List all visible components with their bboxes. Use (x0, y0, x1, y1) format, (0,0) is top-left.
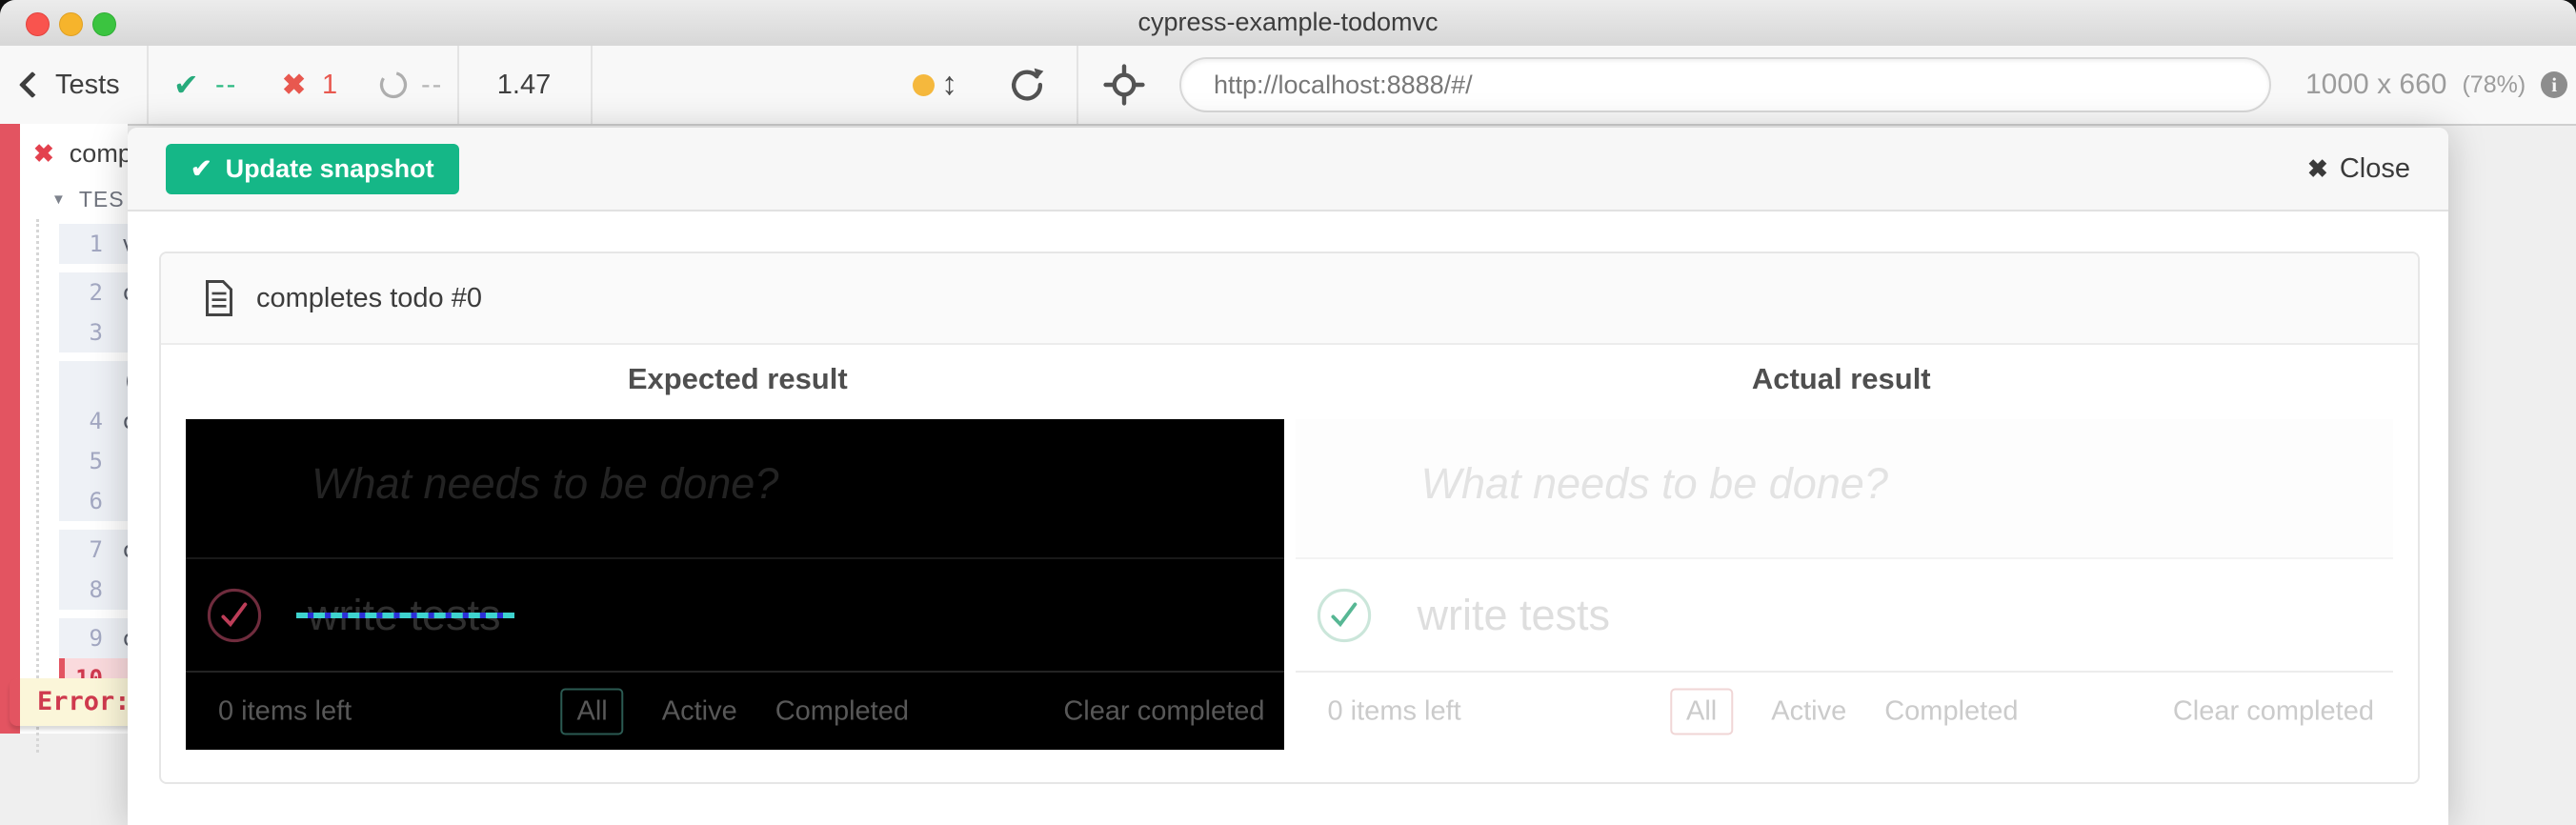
items-left: 0 items left (218, 695, 352, 727)
chevron-left-icon (19, 71, 46, 98)
update-snapshot-label: Update snapshot (226, 154, 434, 184)
code-line: ( (59, 361, 128, 401)
url-input[interactable] (1179, 57, 2271, 112)
dialog-header: ✔ Update snapshot ✖ Close (128, 128, 2448, 211)
scroll-indicator-dot-icon (913, 74, 935, 96)
todo-input-section: What needs to be done? (186, 419, 1284, 557)
actual-heading: Actual result (1290, 362, 2394, 396)
test-card: completes todo #0 Expected result Actual… (159, 252, 2420, 784)
todo-row: write tests (1296, 557, 2394, 671)
todo-input-placeholder: What needs to be done? (312, 459, 778, 509)
toolbar-divider (591, 46, 593, 124)
filter-all: All (1670, 688, 1733, 734)
code-line: 1v (59, 224, 128, 264)
todo-label: write tests (1418, 591, 1611, 640)
items-left: 0 items left (1328, 695, 1461, 727)
passed-count: -- (215, 46, 237, 124)
filter-completed: Completed (775, 695, 909, 727)
actual-snapshot-image: What needs to be done? write tests (1296, 419, 2394, 750)
failed-test-strip (0, 124, 20, 734)
todo-footer: 0 items left All Active Completed Clear … (186, 671, 1284, 750)
expected-snapshot-image: What needs to be done? write tests (186, 419, 1284, 750)
pending-count: -- (421, 46, 443, 124)
code-line: 5 (59, 441, 128, 481)
app-window: cypress-example-todomvc Tests ✔ -- ✖ 1 -… (0, 0, 2576, 825)
filter-active: Active (1771, 695, 1846, 727)
triangle-down-icon: ▼ (51, 191, 66, 208)
diff-strike-line (296, 613, 514, 618)
test-card-header: completes todo #0 (161, 253, 2418, 345)
fail-x-icon: ✖ (33, 139, 54, 169)
window-titlebar: cypress-example-todomvc (0, 0, 2576, 48)
todo-label: write tests (308, 591, 501, 640)
code-frame: 1v 2c 3 ( 4c 5 6 7c 8 9c 10 (59, 224, 128, 707)
filter-completed: Completed (1884, 695, 2018, 727)
check-icon: ✔ (191, 154, 212, 184)
todo-input-section: What needs to be done? (1296, 419, 2394, 557)
failed-test-row[interactable]: ✖ compl (33, 139, 128, 169)
document-icon (203, 279, 235, 317)
todo-footer: 0 items left All Active Completed Clear … (1296, 671, 2394, 750)
todo-input-placeholder: What needs to be done? (1421, 459, 1888, 509)
passed-check-icon: ✔ (173, 46, 199, 124)
failed-count: 1 (322, 46, 337, 124)
filter-all: All (561, 688, 624, 734)
error-badge: Error: (10, 678, 128, 726)
close-label: Close (2340, 153, 2410, 185)
code-line: 4c (59, 401, 128, 441)
todo-toggle-check-icon (1317, 588, 1372, 643)
runner-toolbar: Tests ✔ -- ✖ 1 -- 1.47 ↕ (0, 46, 2576, 126)
clear-completed: Clear completed (2173, 695, 2374, 727)
code-line: 8 (59, 570, 128, 610)
viewport-scale: (78%) (2462, 71, 2526, 99)
viewport-size: 1000 x 660 (2305, 69, 2446, 101)
test-duration: 1.47 (457, 46, 591, 124)
info-icon[interactable]: i (2541, 71, 2567, 98)
snapshot-dialog: ✔ Update snapshot ✖ Close completes tod (128, 128, 2448, 825)
clear-completed: Clear completed (1063, 695, 1264, 727)
reporter-sidebar: ✖ compl ▼ TES 1v 2c 3 ( 4c 5 6 7c 8 (0, 124, 128, 825)
tests-label: Tests (55, 70, 120, 101)
code-line: 9c (59, 618, 128, 658)
reload-button[interactable] (1008, 66, 1046, 104)
indent-guide (36, 219, 39, 753)
test-body-toggle[interactable]: ▼ TES (51, 187, 125, 212)
back-to-tests-button[interactable]: Tests (23, 46, 120, 124)
test-name: completes todo #0 (256, 283, 482, 314)
toolbar-divider (147, 46, 149, 124)
todo-toggle-check-icon (207, 588, 262, 643)
code-line: 3 (59, 312, 128, 352)
section-label: TES (79, 187, 125, 212)
failed-x-icon: ✖ (282, 46, 306, 124)
selector-playground-button[interactable] (1103, 64, 1145, 106)
expected-heading: Expected result (186, 362, 1290, 396)
update-snapshot-button[interactable]: ✔ Update snapshot (166, 144, 459, 194)
failed-test-title: compl (70, 139, 128, 169)
window-title: cypress-example-todomvc (0, 0, 2576, 46)
filter-active: Active (662, 695, 737, 727)
crosshair-icon (1103, 64, 1145, 106)
comparison-body: Expected result Actual result What needs… (161, 362, 2418, 782)
todo-row: write tests (186, 557, 1284, 671)
toolbar-divider (1077, 46, 1078, 124)
reload-icon (1008, 66, 1046, 104)
code-line: 6 (59, 481, 128, 521)
close-button[interactable]: ✖ Close (2307, 153, 2410, 185)
code-line: 2c (59, 272, 128, 312)
close-icon: ✖ (2307, 154, 2328, 184)
code-line: 7c (59, 530, 128, 570)
scroll-arrows-icon: ↕ (941, 46, 957, 124)
pending-circle-icon (379, 46, 408, 124)
